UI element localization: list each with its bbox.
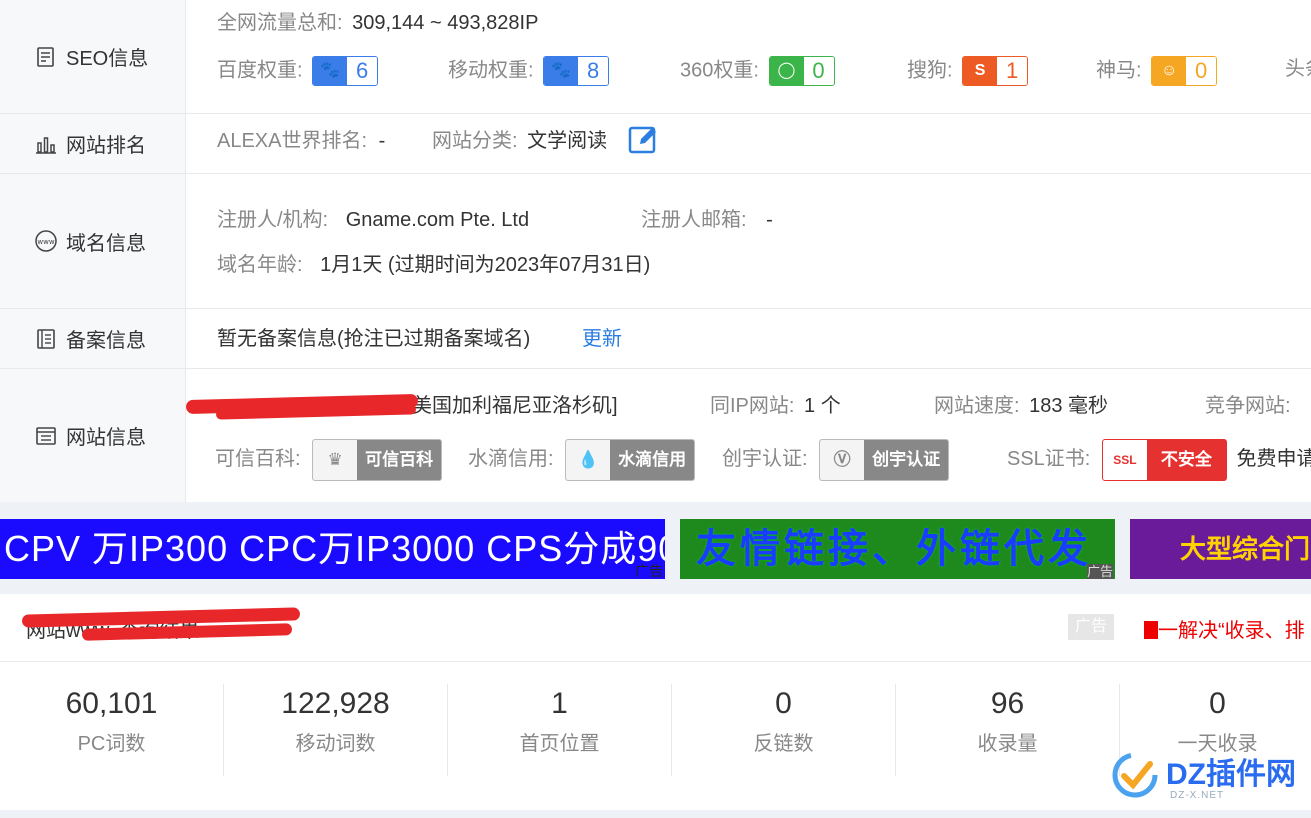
icp-header: 备案信息	[0, 309, 186, 368]
ad-banner-cpv[interactable]: CPV 万IP300 CPC万IP3000 CPS分成90 广告	[0, 519, 665, 579]
domain-header: www 域名信息	[0, 174, 186, 308]
shenma-icon: ☺	[1152, 57, 1187, 85]
traffic-value: 309,144 ~ 493,828IP	[352, 12, 539, 34]
seo-body: 全网流量总和: 309,144 ~ 493,828IP 百度权重: 🐾 6 移动…	[186, 0, 1311, 113]
ip-location: 美国加利福尼亚洛杉矶]	[412, 395, 618, 417]
site-info-title: 网站信息	[66, 427, 146, 449]
watermark-sub: DZ-X.NET	[1170, 790, 1225, 801]
stat-item[interactable]: 1 首页位置	[448, 684, 672, 776]
registrant-label: 注册人/机构:	[217, 209, 329, 231]
age-value: 1月1天 (过期时间为2023年07月31日)	[320, 254, 651, 276]
traffic-label: 全网流量总和:	[217, 12, 343, 34]
record-book-icon	[34, 327, 58, 351]
shenma-weight-badge[interactable]: ☺ 0	[1151, 56, 1218, 86]
alexa-value: -	[378, 130, 386, 152]
weight-sogou[interactable]: 搜狗: S 1	[907, 56, 1029, 86]
seo-row: SEO信息 全网流量总和: 309,144 ~ 493,828IP 百度权重: …	[0, 0, 1311, 114]
site-info-body: 美国加利福尼亚洛杉矶] 同IP网站: 1 个 网站速度: 183 毫秒 竞争网站…	[186, 369, 1311, 502]
weight-360[interactable]: 360权重: ◯ 0	[680, 56, 835, 86]
ad-banner-portal[interactable]: 大型综合门	[1130, 519, 1311, 579]
same-ip-value[interactable]: 1 个	[804, 395, 841, 417]
ad-tag: 广告	[1086, 564, 1113, 579]
medal-icon: ♛	[313, 439, 358, 480]
watermark-text: DZ插件网	[1166, 758, 1296, 791]
360-weight-badge[interactable]: ◯ 0	[768, 56, 835, 86]
site-info-table: SEO信息 全网流量总和: 309,144 ~ 493,828IP 百度权重: …	[0, 0, 1311, 502]
category-label: 网站分类:	[432, 130, 518, 152]
chuangyu-badge[interactable]: Ⓥ 创宇认证	[819, 438, 950, 481]
ad-banner-strip: CPV 万IP300 CPC万IP3000 CPS分成90 广告 友情链接、外链…	[0, 519, 1311, 579]
seo-header: SEO信息	[0, 0, 186, 113]
seo-title: SEO信息	[66, 48, 149, 70]
paw-icon: 🐾	[544, 57, 579, 85]
ad-banner-links[interactable]: 友情链接、外链代发 广告	[680, 519, 1115, 579]
ssl-shield-icon: SSL	[1102, 439, 1147, 480]
www-globe-icon: www	[34, 229, 58, 253]
360-icon: ◯	[769, 57, 804, 85]
mobile-weight-badge[interactable]: 🐾 8	[543, 56, 610, 86]
icp-value: 暂无备案信息(抢注已过期备案域名)	[217, 328, 531, 350]
water-drop-icon: 💧	[566, 439, 611, 480]
site-info-row: 网站信息 美国加利福尼亚洛杉矶] 同IP网站: 1 个 网站速度: 183 毫秒…	[0, 369, 1311, 502]
chuangyu-label: 创宇认证:	[722, 448, 808, 470]
site-info-header: 网站信息	[0, 369, 186, 502]
site-info-icon	[34, 424, 58, 448]
alexa-label: ALEXA世界排名:	[217, 130, 368, 152]
red-square-icon	[1144, 621, 1158, 639]
ad-tag: 广告	[1068, 614, 1114, 640]
email-label: 注册人邮箱:	[641, 209, 747, 231]
rank-row: 网站排名 ALEXA世界排名: - 网站分类: 文学阅读	[0, 114, 1311, 174]
check-v-icon: Ⓥ	[820, 439, 865, 480]
stat-item[interactable]: 96 收录量	[896, 684, 1120, 776]
ad-text-link[interactable]: 一解决“收录、排	[1144, 614, 1305, 643]
checkmark-logo-icon	[1112, 752, 1158, 798]
sogou-weight-badge[interactable]: S 1	[962, 56, 1029, 86]
paw-icon: 🐾	[313, 57, 348, 85]
ssl-free-apply[interactable]: 免费申请	[1236, 448, 1311, 470]
stat-item[interactable]: 0 反链数	[672, 684, 896, 776]
rank-title: 网站排名	[66, 135, 146, 157]
document-icon	[34, 45, 58, 69]
age-label: 域名年龄:	[217, 254, 303, 276]
icp-title: 备案信息	[66, 330, 146, 352]
edit-icon[interactable]	[628, 124, 658, 154]
ssl-badge[interactable]: SSL 不安全	[1101, 438, 1227, 481]
domain-body: 注册人/机构: Gname.com Pte. Ltd 注册人邮箱: - 域名年龄…	[186, 174, 1311, 308]
weight-shenma[interactable]: 神马: ☺ 0	[1096, 56, 1218, 86]
compete-label: 竞争网站:	[1205, 395, 1291, 417]
rank-body: ALEXA世界排名: - 网站分类: 文学阅读	[186, 114, 1311, 173]
registrant-value: Gname.com Pte. Ltd	[345, 209, 530, 231]
email-value: -	[766, 209, 773, 231]
baidu-weight-badge[interactable]: 🐾 6	[312, 56, 379, 86]
icp-row: 备案信息 暂无备案信息(抢注已过期备案域名) 更新	[0, 309, 1311, 369]
same-ip-label: 同IP网站:	[710, 395, 795, 417]
speed-value: 183 毫秒	[1029, 395, 1109, 417]
bar-chart-icon	[34, 132, 58, 156]
stat-item[interactable]: 122,928 移动词数	[224, 684, 448, 776]
weight-baidu[interactable]: 百度权重: 🐾 6	[217, 56, 379, 86]
rank-header: 网站排名	[0, 114, 186, 173]
sogou-icon: S	[963, 57, 998, 85]
domain-title: 域名信息	[66, 232, 146, 255]
speed-label: 网站速度:	[934, 395, 1020, 417]
svg-text:www: www	[37, 238, 54, 246]
weight-mobile[interactable]: 移动权重: 🐾 8	[448, 56, 610, 86]
water-badge[interactable]: 💧 水滴信用	[565, 438, 696, 481]
icp-body: 暂无备案信息(抢注已过期备案域名) 更新	[186, 309, 1311, 368]
category-value: 文学阅读	[527, 130, 608, 152]
update-link[interactable]: 更新	[582, 326, 622, 352]
ad-tag: 广告	[635, 563, 663, 579]
credit-label: 可信百科:	[215, 448, 301, 470]
stat-item[interactable]: 60,101 PC词数	[0, 684, 224, 776]
toutiao-label: 头条	[1285, 58, 1311, 80]
domain-row: www 域名信息 注册人/机构: Gname.com Pte. Ltd 注册人邮…	[0, 174, 1311, 309]
site-watermark: DZ插件网 DZ-X.NET	[1110, 740, 1310, 810]
credit-badge[interactable]: ♛ 可信百科	[312, 438, 443, 481]
water-label: 水滴信用:	[468, 448, 554, 470]
ssl-label: SSL证书:	[1007, 448, 1091, 470]
